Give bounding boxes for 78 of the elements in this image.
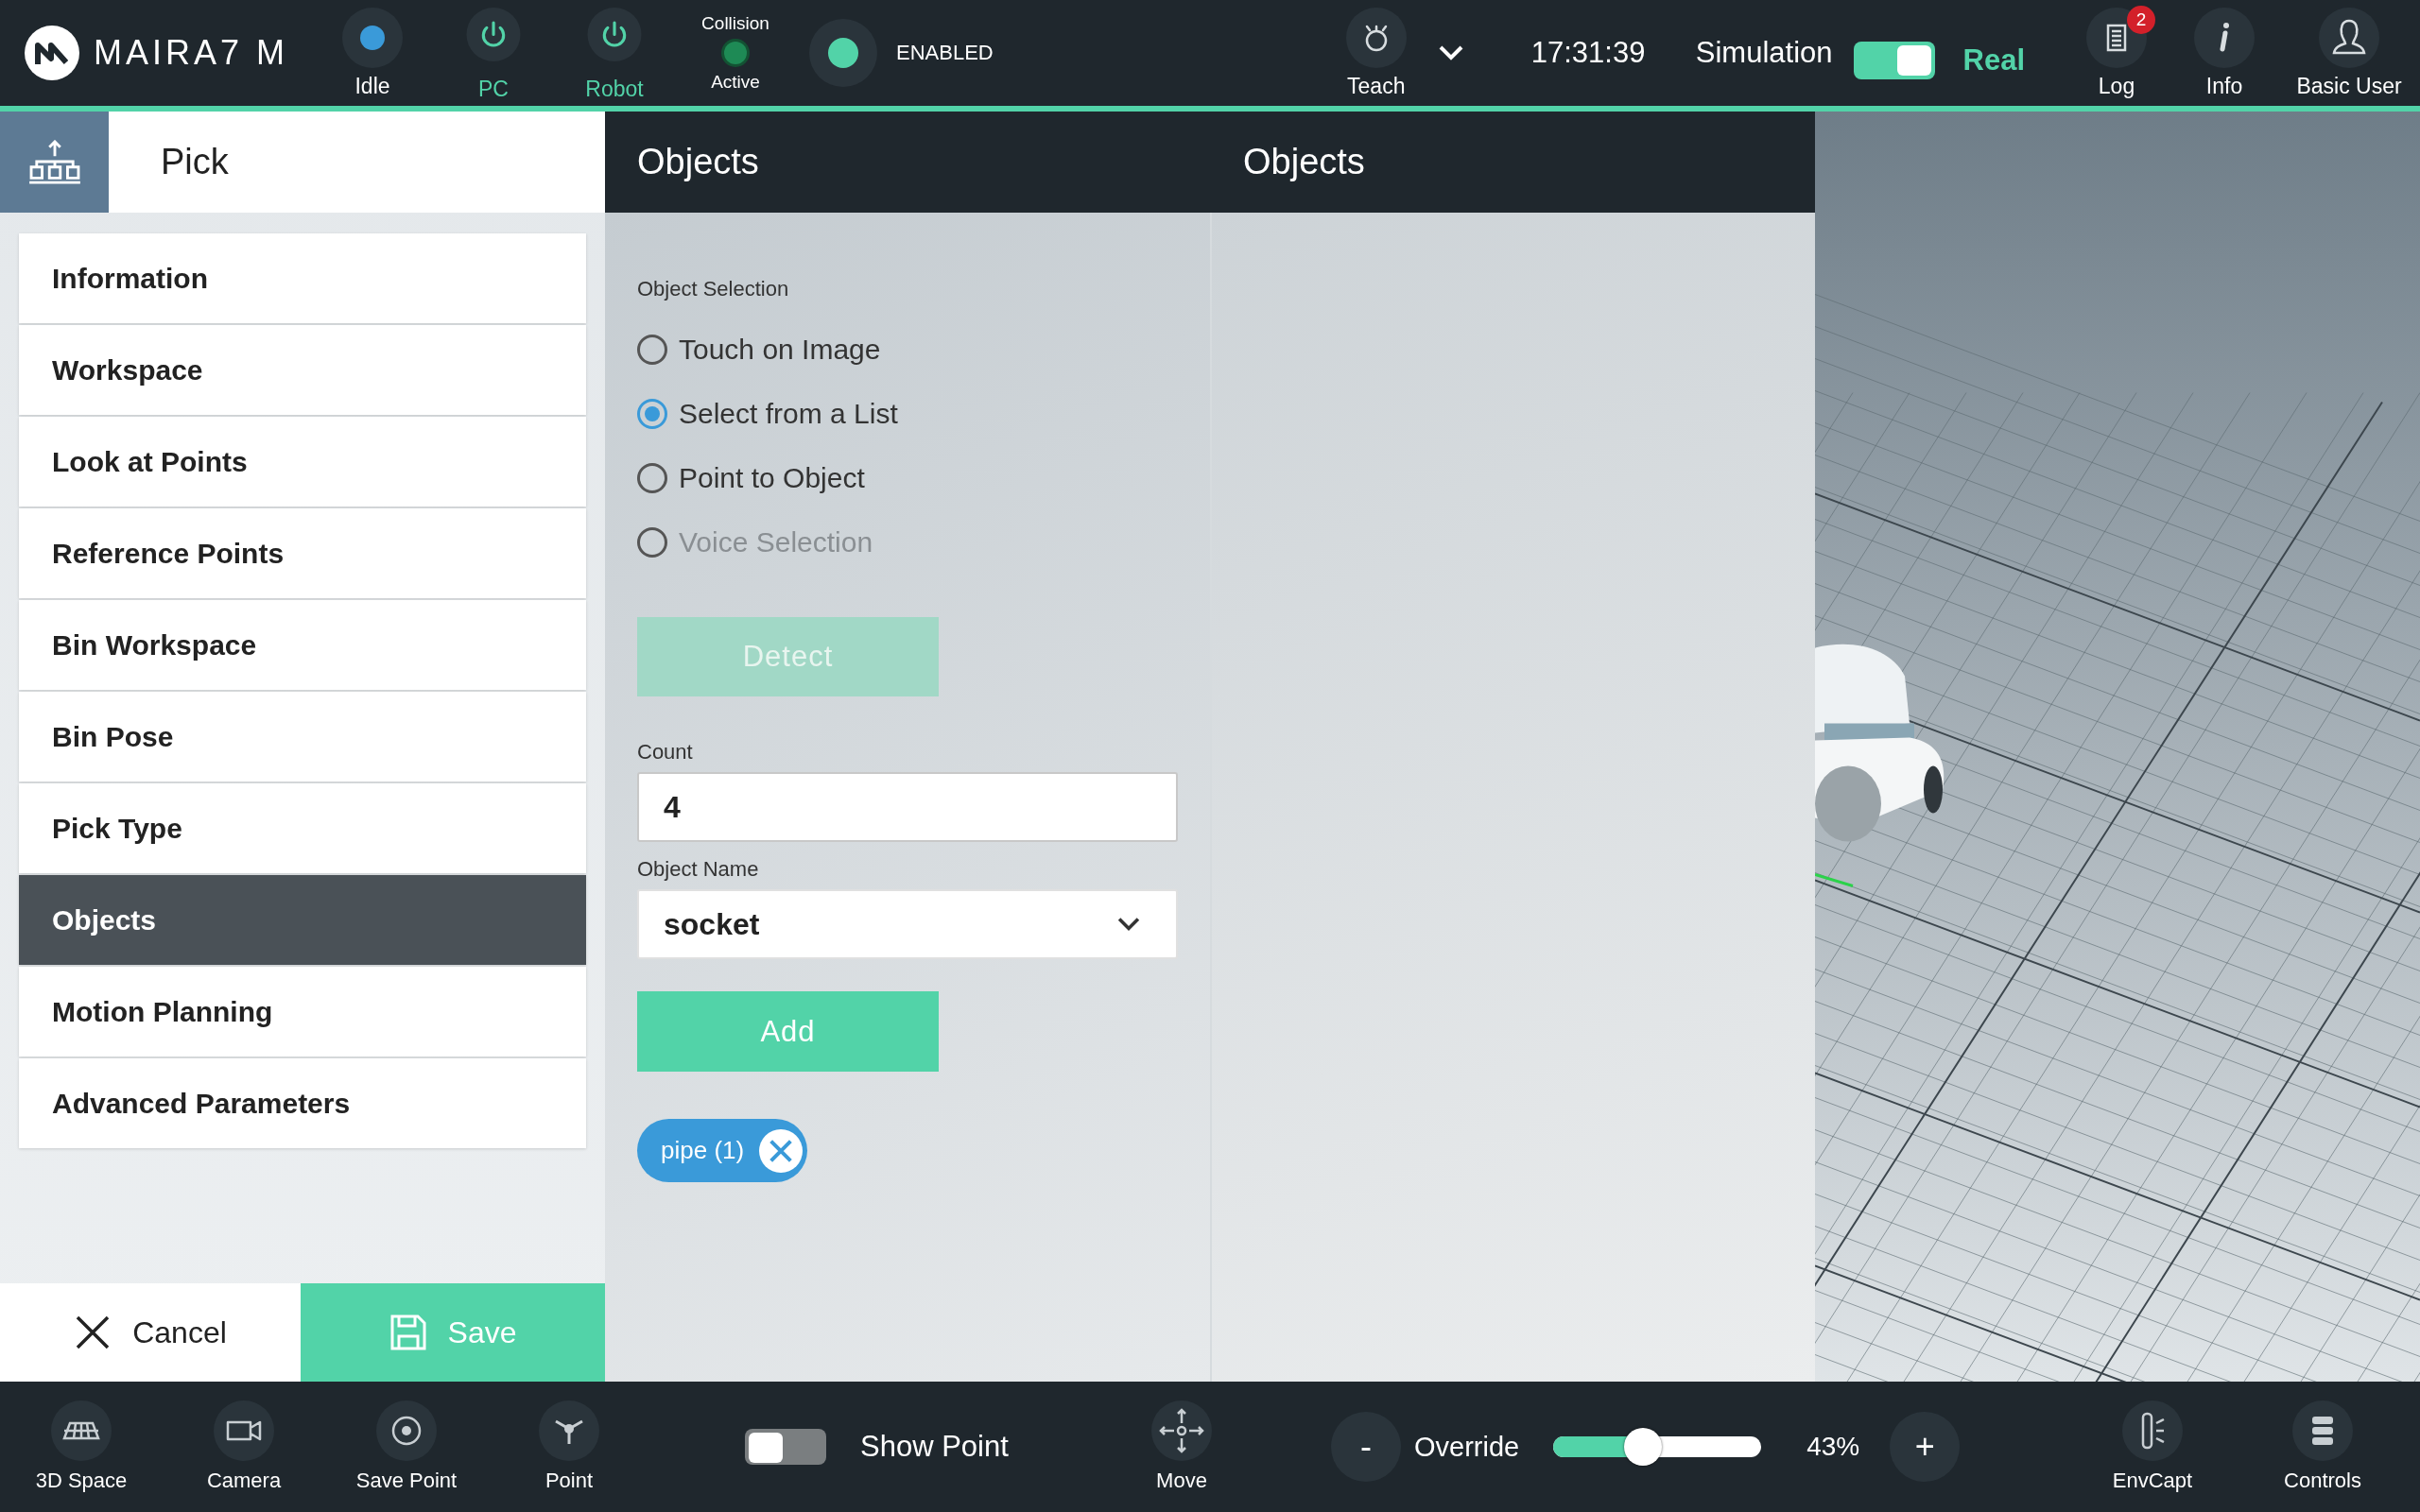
show-point-label: Show Point bbox=[860, 1430, 1010, 1464]
status-button[interactable]: Robot bbox=[554, 4, 675, 102]
field-label: Count bbox=[637, 740, 693, 765]
log-button[interactable]: Log 2 bbox=[2063, 4, 2170, 102]
stack-icon bbox=[2292, 1400, 2353, 1461]
sidebar-item[interactable]: Motion Planning bbox=[19, 967, 586, 1057]
override-slider[interactable] bbox=[1553, 1428, 1762, 1466]
sidebar-item[interactable]: Bin Workspace bbox=[19, 600, 586, 690]
override-label: Override bbox=[1414, 1431, 1520, 1463]
user-button[interactable]: Basic User bbox=[2278, 4, 2420, 102]
real-label: Real bbox=[1962, 43, 2025, 77]
sidebar-item[interactable]: Bin Pose bbox=[19, 692, 586, 782]
move-arrows-icon bbox=[1151, 1400, 1212, 1461]
move-button[interactable]: Move bbox=[1125, 1400, 1238, 1493]
stopwatch-icon bbox=[1345, 8, 1407, 68]
camera-icon bbox=[214, 1400, 274, 1461]
camera-tool-button[interactable]: Camera bbox=[163, 1400, 325, 1493]
status-button[interactable]: Idle bbox=[312, 4, 433, 102]
decrease-button[interactable]: - bbox=[1331, 1412, 1401, 1482]
sidebar-item[interactable]: Workspace bbox=[19, 325, 586, 415]
sidebar-item[interactable]: Advanced Parameters bbox=[19, 1058, 586, 1148]
point-tool-button[interactable]: Point bbox=[488, 1400, 650, 1493]
teach-button[interactable]: Teach bbox=[1319, 4, 1433, 102]
hierarchy-icon bbox=[26, 139, 82, 185]
radio-button[interactable] bbox=[637, 335, 667, 365]
radio-option[interactable]: Touch on Image bbox=[637, 332, 898, 368]
panel-title: Objects bbox=[637, 142, 759, 182]
logo-text: MAIRA7 M bbox=[94, 33, 289, 73]
sidebar-item[interactable]: Objects bbox=[19, 875, 586, 965]
section-label: Object Selection bbox=[637, 277, 789, 301]
controls-button[interactable]: Controls bbox=[2233, 1400, 2412, 1493]
radio-label: Voice Selection bbox=[679, 526, 873, 558]
collision-title: Collision bbox=[701, 13, 769, 34]
simulation-label: Simulation bbox=[1695, 36, 1833, 70]
sidebar-item[interactable]: Look at Points bbox=[19, 417, 586, 507]
override-value: 43% bbox=[1806, 1432, 1860, 1462]
radio-label: Point to Object bbox=[679, 462, 865, 494]
radio-label: Select from a List bbox=[679, 398, 898, 430]
logo-icon bbox=[24, 25, 80, 81]
savepoint-tool-button[interactable]: Save Point bbox=[325, 1400, 488, 1493]
clock-time: 17:31:39 bbox=[1530, 36, 1647, 70]
radio-label: Touch on Image bbox=[679, 334, 881, 366]
sensor-icon bbox=[2122, 1400, 2183, 1461]
target-icon bbox=[376, 1400, 437, 1461]
mode-toggle[interactable] bbox=[1853, 42, 1935, 79]
field-label: Object Name bbox=[637, 857, 759, 882]
cancel-button[interactable]: Cancel bbox=[0, 1283, 301, 1382]
radio-button[interactable] bbox=[637, 463, 667, 493]
enabled-status: ENABLED bbox=[896, 41, 994, 65]
enable-indicator-icon bbox=[809, 19, 877, 87]
remove-icon[interactable] bbox=[759, 1128, 804, 1173]
status-button[interactable]: PC bbox=[433, 4, 554, 102]
notification-badge: 2 bbox=[2127, 6, 2155, 34]
info-icon bbox=[2194, 8, 2255, 68]
increase-button[interactable]: + bbox=[1890, 1412, 1961, 1482]
sidebar-item[interactable]: Information bbox=[19, 233, 586, 323]
slider-thumb[interactable] bbox=[1623, 1428, 1662, 1466]
sidebar-item[interactable]: Pick Type bbox=[19, 783, 586, 873]
space-tool-button[interactable]: 3D Space bbox=[0, 1400, 163, 1493]
chevron-down-icon bbox=[1115, 916, 1142, 933]
radio-button[interactable] bbox=[637, 399, 667, 429]
status-dot-icon bbox=[342, 8, 403, 68]
point-icon bbox=[539, 1400, 599, 1461]
count-field[interactable]: 4 bbox=[637, 772, 1178, 842]
step-title: Pick bbox=[160, 142, 229, 182]
chip-label: pipe (1) bbox=[661, 1136, 745, 1165]
show-point-toggle[interactable] bbox=[745, 1429, 826, 1465]
save-icon bbox=[389, 1314, 427, 1351]
envcapt-button[interactable]: EnvCapt bbox=[2072, 1400, 2233, 1493]
info-button[interactable]: Info bbox=[2170, 4, 2278, 102]
radio-option[interactable]: Point to Object bbox=[637, 460, 898, 496]
grid-plane-icon bbox=[51, 1400, 112, 1461]
radio-option[interactable]: Select from a List bbox=[637, 396, 898, 432]
panel-title: Objects bbox=[1243, 142, 1365, 182]
object-name-dropdown[interactable]: socket bbox=[637, 889, 1178, 959]
sidebar-item[interactable]: Reference Points bbox=[19, 508, 586, 598]
collision-status: Active bbox=[711, 72, 760, 93]
user-icon bbox=[2319, 8, 2379, 68]
